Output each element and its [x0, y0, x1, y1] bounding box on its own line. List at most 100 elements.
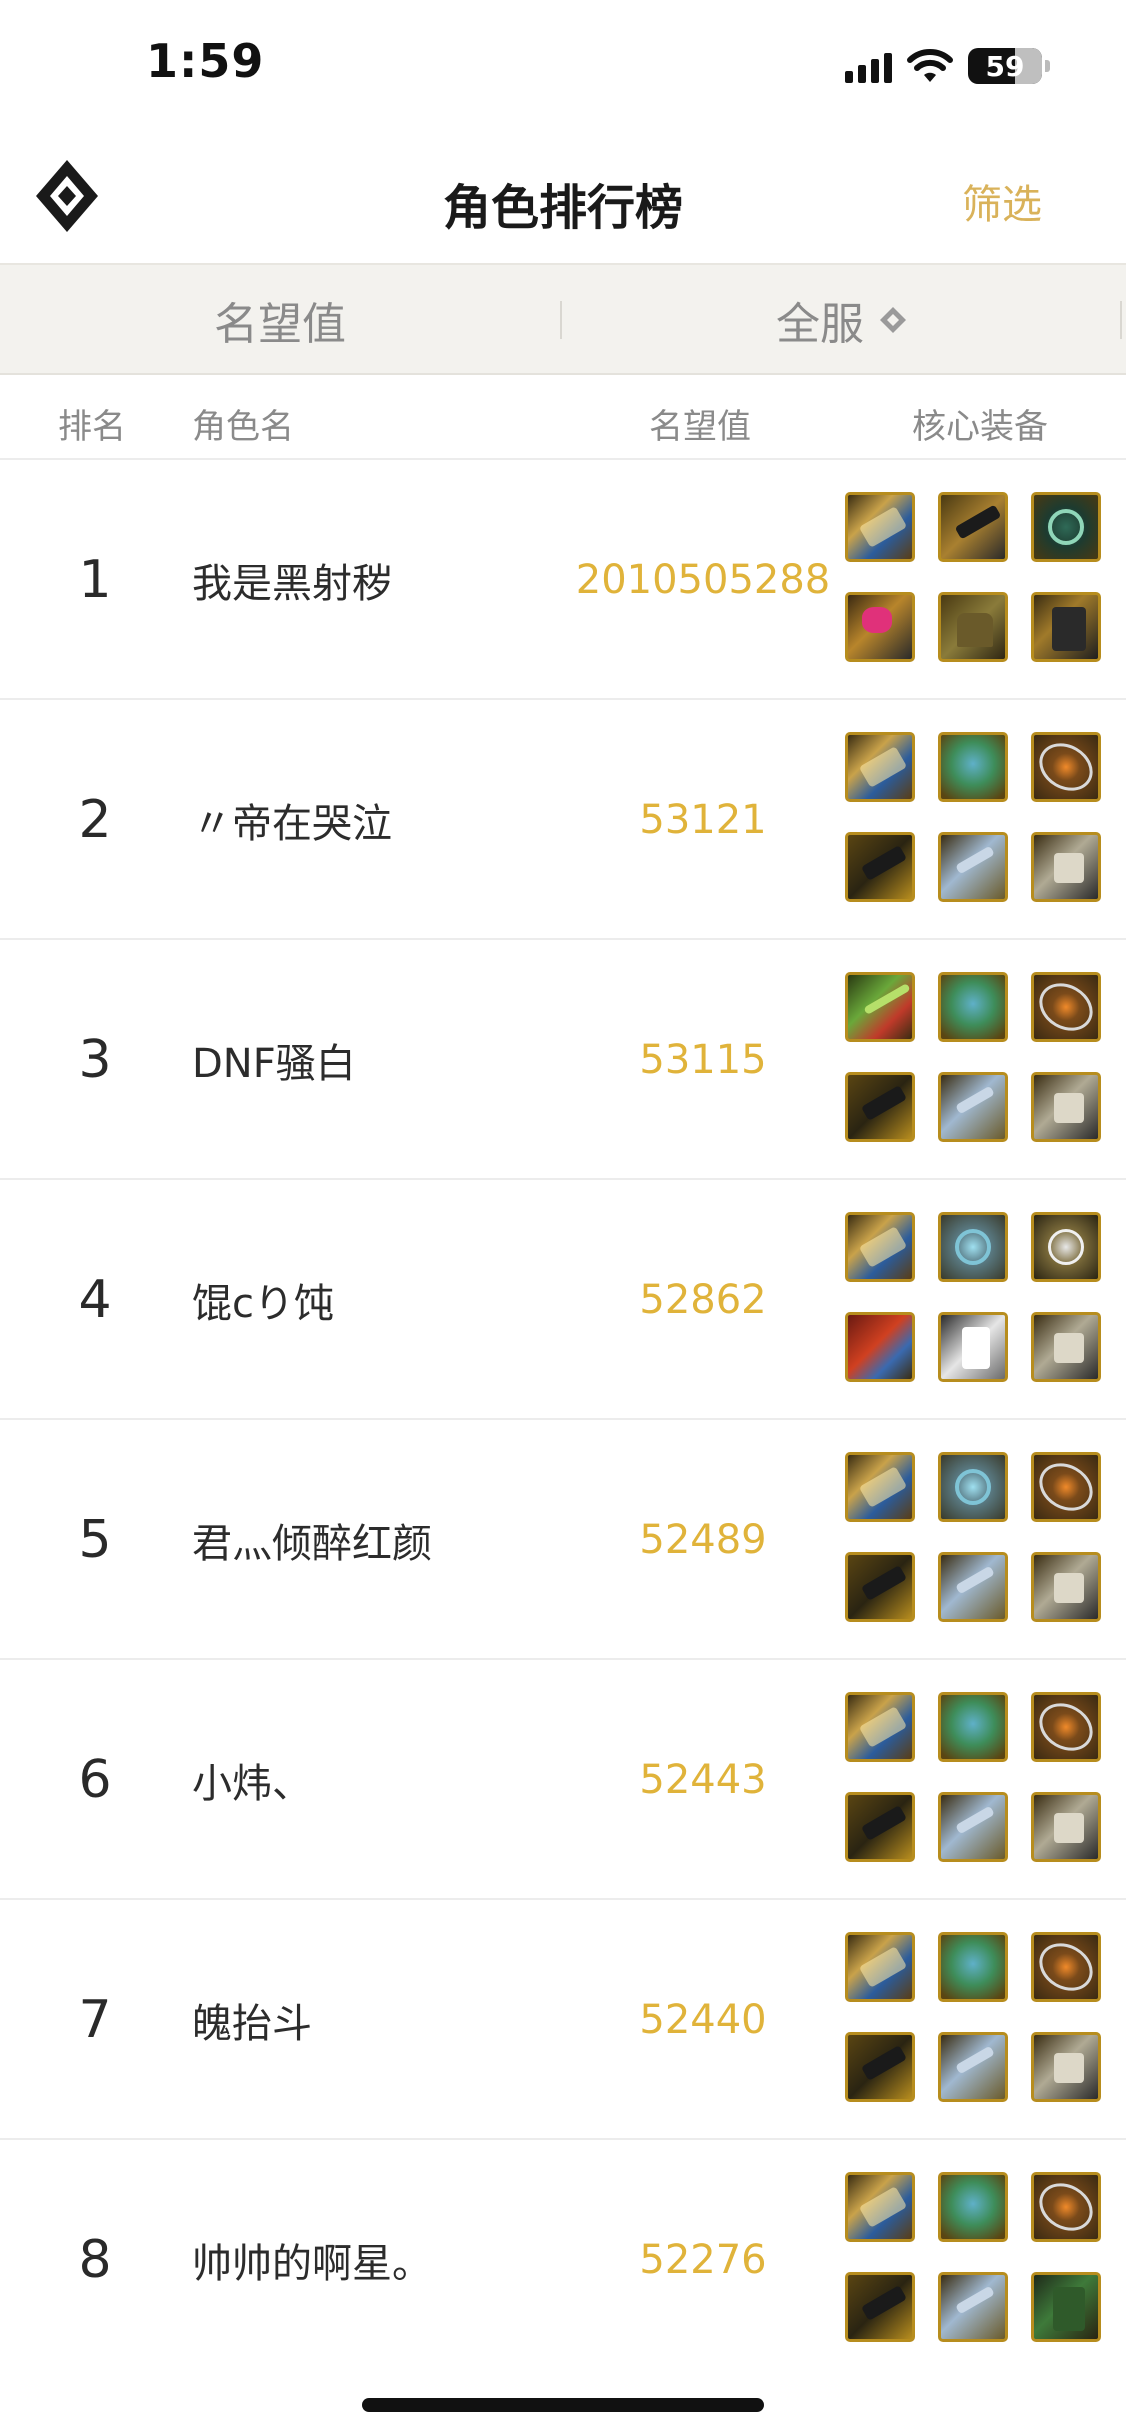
atom-equipment-icon[interactable]	[1031, 1452, 1101, 1522]
row-character-name: 君灬倾醉红颜	[192, 1521, 432, 1567]
weapon-equipment-icon[interactable]	[845, 1212, 915, 1282]
filter-reputation-label: 名望值	[214, 299, 346, 350]
row-rank: 8	[78, 2230, 112, 2290]
row-score: 52443	[639, 1757, 767, 1803]
table-row[interactable]: 4 馄cり饨 52862	[0, 1180, 1126, 1420]
belt-equipment-icon[interactable]	[845, 1072, 915, 1142]
filter-reputation[interactable]: 名望值	[0, 265, 560, 375]
filter-server[interactable]: 全服	[562, 265, 1122, 375]
row-rank: 1	[78, 550, 112, 610]
armor-equipment-icon[interactable]	[1031, 832, 1101, 902]
belt-equipment-icon[interactable]	[845, 2032, 915, 2102]
red-gem-equipment-icon[interactable]	[845, 1312, 915, 1382]
egg-equipment-icon[interactable]	[938, 972, 1008, 1042]
filter-button[interactable]: 筛选	[962, 172, 1042, 230]
row-score: 2010505288	[575, 557, 831, 603]
row-equipment	[845, 1452, 1107, 1622]
belt-equipment-icon[interactable]	[845, 1552, 915, 1622]
armor-equipment-icon[interactable]	[1031, 1552, 1101, 1622]
egg-equipment-icon[interactable]	[938, 1932, 1008, 2002]
atom-equipment-icon[interactable]	[1031, 732, 1101, 802]
boots-equipment-icon[interactable]	[938, 832, 1008, 902]
row-character-name: 小炜、	[192, 1761, 312, 1807]
nav-bar: 角色排行榜 筛选	[0, 130, 1126, 265]
row-equipment	[845, 1692, 1107, 1862]
row-character-name: 帅帅的啊星。	[192, 2241, 432, 2287]
boots-equipment-icon[interactable]	[938, 2272, 1008, 2342]
column-rank: 排名	[58, 407, 126, 447]
atom-equipment-icon[interactable]	[1031, 972, 1101, 1042]
status-bar: 1:59 59	[0, 0, 1126, 130]
boots-equipment-icon[interactable]	[938, 1552, 1008, 1622]
belt-equipment-icon[interactable]	[845, 2272, 915, 2342]
row-rank: 5	[78, 1510, 112, 1570]
row-score: 52862	[639, 1277, 767, 1323]
row-equipment	[845, 492, 1107, 662]
table-header: 排名 角色名 名望值 核心装备	[0, 375, 1126, 460]
row-character-name: DNF骚白	[192, 1041, 356, 1087]
row-rank: 4	[78, 1270, 112, 1330]
row-score: 53121	[639, 797, 767, 843]
legs-equipment-icon[interactable]	[1031, 592, 1101, 662]
weapon-equipment-icon[interactable]	[845, 1932, 915, 2002]
home-indicator[interactable]	[362, 2398, 764, 2412]
weapon-equipment-icon[interactable]	[845, 2172, 915, 2242]
atom-equipment-icon[interactable]	[1031, 1932, 1101, 2002]
row-equipment	[845, 972, 1107, 1142]
row-equipment	[845, 1212, 1107, 1382]
row-equipment	[845, 732, 1107, 902]
column-equipment: 核心装备	[912, 407, 1048, 447]
green-blade-equipment-icon[interactable]	[845, 972, 915, 1042]
claw-equipment-icon[interactable]	[938, 492, 1008, 562]
armor-equipment-icon[interactable]	[1031, 1312, 1101, 1382]
ring-equipment-icon[interactable]	[845, 592, 915, 662]
table-row[interactable]: 3 DNF骚白 53115	[0, 940, 1126, 1180]
weapon-equipment-icon[interactable]	[845, 492, 915, 562]
battery-icon: 59	[968, 48, 1050, 84]
table-row[interactable]: 7 魄抬斗 52440	[0, 1900, 1126, 2140]
table-row[interactable]: 1 我是黑射秽 2010505288	[0, 460, 1126, 700]
belt-equipment-icon[interactable]	[845, 832, 915, 902]
robe-equipment-icon[interactable]	[938, 1312, 1008, 1382]
egg-equipment-icon[interactable]	[938, 2172, 1008, 2242]
table-row[interactable]: 5 君灬倾醉红颜 52489	[0, 1420, 1126, 1660]
disc-equipment-icon[interactable]	[938, 1452, 1008, 1522]
belt-equipment-icon[interactable]	[845, 1792, 915, 1862]
armor-equipment-icon[interactable]	[1031, 1792, 1101, 1862]
filter-bar: 名望值 全服	[0, 265, 1126, 375]
row-score: 53115	[639, 1037, 767, 1083]
table-row[interactable]: 8 帅帅的啊星。 52276	[0, 2140, 1126, 2380]
status-icons: 59	[845, 44, 1050, 88]
row-equipment	[845, 1932, 1107, 2102]
atom-equipment-icon[interactable]	[1031, 2172, 1101, 2242]
boots-equipment-icon[interactable]	[938, 2032, 1008, 2102]
weapon-equipment-icon[interactable]	[845, 1692, 915, 1762]
clock-equipment-icon[interactable]	[1031, 1212, 1101, 1282]
page-title: 角色排行榜	[442, 180, 683, 236]
row-rank: 6	[78, 1750, 112, 1810]
weapon-equipment-icon[interactable]	[845, 732, 915, 802]
egg-equipment-icon[interactable]	[938, 732, 1008, 802]
boots-equipment-icon[interactable]	[938, 1792, 1008, 1862]
armor-equipment-icon[interactable]	[1031, 2032, 1101, 2102]
ranking-list: 1 我是黑射秽 2010505288 2 〃帝在哭泣 53121 3 DNF骚白…	[0, 460, 1126, 2380]
orb-equipment-icon[interactable]	[1031, 492, 1101, 562]
atom-equipment-icon[interactable]	[1031, 1692, 1101, 1762]
shoulder-equipment-icon[interactable]	[938, 592, 1008, 662]
row-score: 52276	[639, 2237, 767, 2283]
row-character-name: 我是黑射秽	[192, 561, 392, 607]
table-row[interactable]: 2 〃帝在哭泣 53121	[0, 700, 1126, 940]
egg-equipment-icon[interactable]	[938, 1692, 1008, 1762]
armor-equipment-icon[interactable]	[1031, 1072, 1101, 1142]
weapon-equipment-icon[interactable]	[845, 1452, 915, 1522]
battery-percent: 59	[985, 49, 1025, 83]
row-rank: 7	[78, 1990, 112, 2050]
boots-equipment-icon[interactable]	[938, 1072, 1008, 1142]
disc-equipment-icon[interactable]	[938, 1212, 1008, 1282]
table-row[interactable]: 6 小炜、 52443	[0, 1660, 1126, 1900]
wifi-icon	[906, 48, 954, 84]
filter-divider	[1120, 301, 1122, 339]
green-legs-equipment-icon[interactable]	[1031, 2272, 1101, 2342]
row-character-name: 魄抬斗	[192, 2001, 312, 2047]
row-rank: 2	[78, 790, 112, 850]
